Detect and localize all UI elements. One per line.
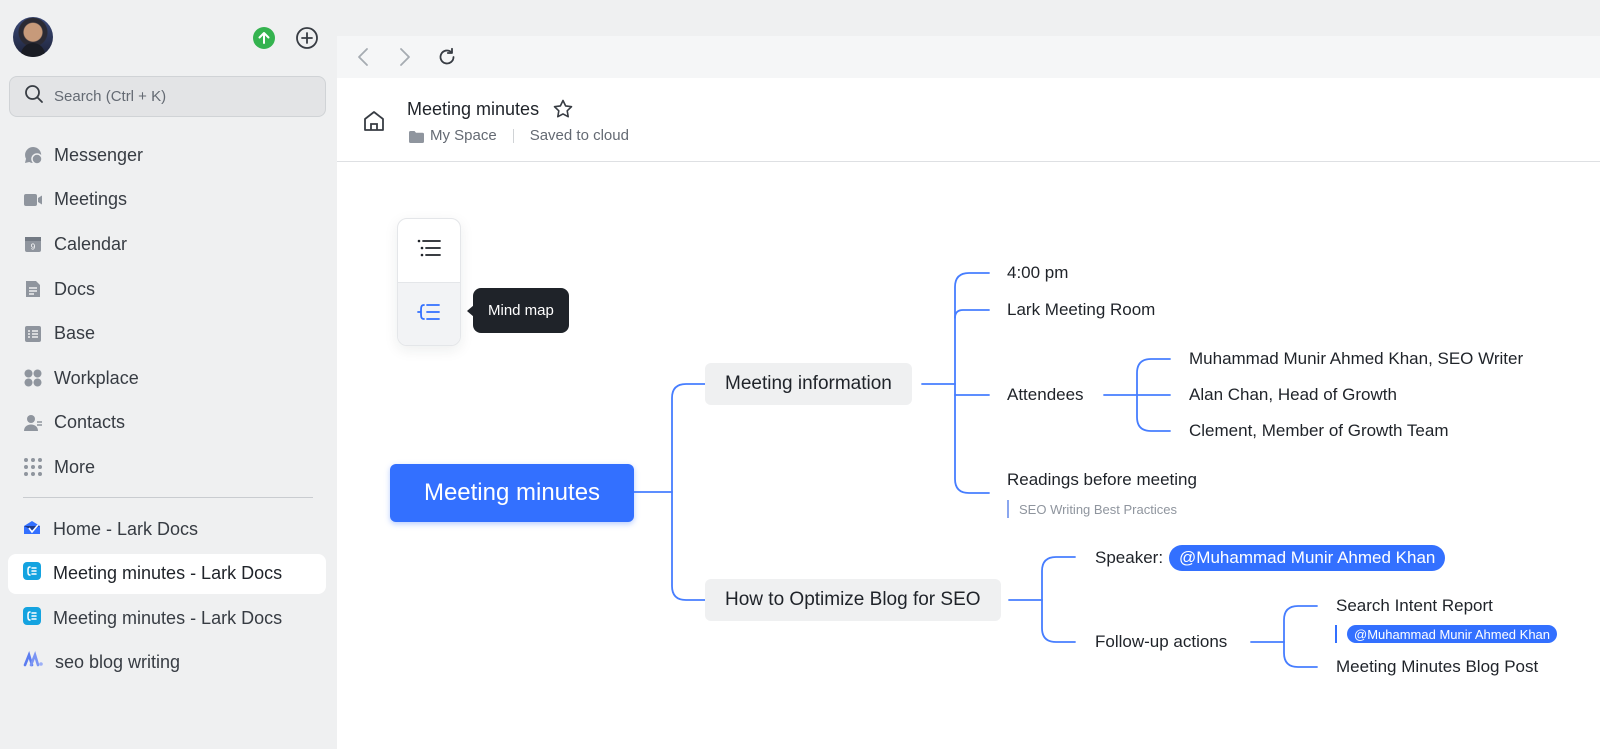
browser-toolbar [337, 36, 1600, 78]
forward-icon[interactable] [394, 46, 416, 68]
recent-item-meeting-minutes[interactable]: Meeting minutes - Lark Docs [8, 598, 326, 638]
mindmap-node-time[interactable]: 4:00 pm [1007, 263, 1068, 283]
connector-root-to-seo [671, 491, 708, 601]
mindmap-node-followup[interactable]: Follow-up actions [1095, 632, 1227, 652]
svg-text:9: 9 [31, 243, 36, 252]
lark-docs-home-icon [23, 518, 41, 541]
search-box[interactable] [9, 76, 326, 117]
followup-mention-wrapper: @Muhammad Munir Ahmed Khan [1335, 625, 1558, 643]
sidebar-item-workplace[interactable]: Workplace [0, 356, 337, 401]
mindnote-icon [23, 606, 41, 630]
base-icon [23, 324, 43, 344]
messenger-icon [23, 145, 43, 166]
back-icon[interactable] [352, 46, 374, 68]
sidebar-item-label: Workplace [54, 367, 139, 388]
document-area: Meeting minutes My Space Saved to cloud … [337, 78, 1600, 749]
sidebar-item-more[interactable]: More [0, 445, 337, 490]
followup-mention[interactable]: @Muhammad Munir Ahmed Khan [1347, 625, 1558, 643]
sidebar: Messenger Meetings 9 Calendar Docs Base [0, 0, 337, 749]
calendar-icon: 9 [23, 234, 43, 254]
recent-docs-list: Home - Lark Docs Meeting minutes - Lark … [8, 509, 326, 687]
search-input[interactable] [54, 88, 294, 105]
sidebar-item-label: Calendar [54, 233, 128, 254]
mindmap-node-attendee[interactable]: Muhammad Munir Ahmed Khan, SEO Writer [1189, 349, 1523, 369]
connector-attendee-1 [1136, 358, 1171, 396]
sidebar-item-calendar[interactable]: 9 Calendar [0, 222, 337, 267]
sidebar-item-meetings[interactable]: Meetings [0, 178, 337, 223]
connector-info-to-time [954, 272, 990, 385]
connector-info-to-room [954, 309, 990, 319]
mindmap-node-optimize-blog[interactable]: How to Optimize Blog for SEO [705, 579, 1001, 621]
connector-followup-2 [1283, 641, 1318, 668]
connector-seo-to-speaker [1041, 556, 1076, 601]
recent-item-label: Home - Lark Docs [53, 518, 199, 539]
recent-item-home-lark-docs[interactable]: Home - Lark Docs [8, 509, 326, 549]
workplace-icon [23, 368, 43, 388]
connector-seo-to-followup [1041, 599, 1076, 643]
mindmap-node-note: SEO Writing Best Practices [1007, 500, 1177, 518]
upload-arrow-icon[interactable] [253, 27, 275, 49]
sidebar-item-label: Meetings [54, 189, 128, 210]
connector-root-to-info [671, 383, 708, 493]
recent-item-meeting-minutes-active[interactable]: Meeting minutes - Lark Docs [8, 553, 326, 594]
mindmap-node-blog-post[interactable]: Meeting Minutes Blog Post [1336, 657, 1538, 677]
sidebar-item-docs[interactable]: Docs [0, 267, 337, 312]
recent-item-label: Meeting minutes - Lark Docs [53, 607, 283, 628]
sidebar-item-label: Base [54, 323, 96, 344]
sidebar-item-messenger[interactable]: Messenger [0, 133, 337, 178]
mindmap-node-speaker[interactable]: Speaker: @Muhammad Munir Ahmed Khan [1095, 545, 1446, 571]
sidebar-item-contacts[interactable]: Contacts [0, 401, 337, 446]
plus-circle-icon[interactable] [295, 26, 319, 50]
mindmap-node-attendee[interactable]: Clement, Member of Growth Team [1189, 421, 1449, 441]
search-icon [24, 84, 44, 109]
speaker-label: Speaker: [1095, 548, 1164, 567]
mindmap-connectors [633, 272, 1318, 668]
mindmap-node-readings[interactable]: Readings before meeting [1007, 470, 1197, 490]
mindnote-icon [23, 562, 41, 585]
video-camera-icon [23, 190, 43, 210]
refresh-icon[interactable] [436, 46, 458, 68]
sidebar-item-base[interactable]: Base [0, 311, 337, 356]
sidebar-nav: Messenger Meetings 9 Calendar Docs Base [0, 133, 337, 490]
contacts-icon [23, 413, 43, 433]
avatar[interactable] [13, 17, 53, 57]
speaker-mention[interactable]: @Muhammad Munir Ahmed Khan [1169, 545, 1446, 571]
docs-icon [23, 279, 43, 299]
sidebar-item-label: Messenger [54, 144, 144, 165]
connector-info-to-readings [954, 383, 990, 494]
connector-followup-1 [1283, 605, 1318, 643]
more-grid-icon [23, 457, 43, 477]
mindmap-node-search-intent[interactable]: Search Intent Report [1336, 596, 1493, 616]
sidebar-item-label: Docs [54, 278, 96, 299]
mindmap-node-attendee[interactable]: Alan Chan, Head of Growth [1189, 385, 1397, 405]
connector-attendee-3 [1136, 394, 1171, 432]
recent-item-seo-blog-writing[interactable]: seo blog writing [8, 643, 326, 683]
mindmap-node-room[interactable]: Lark Meeting Room [1007, 300, 1155, 320]
mindmap-root-node[interactable]: Meeting minutes [390, 464, 634, 522]
sidebar-divider [23, 497, 313, 498]
recent-item-label: seo blog writing [55, 652, 181, 673]
recent-item-label: Meeting minutes - Lark Docs [53, 563, 283, 584]
sidebar-item-label: More [54, 456, 96, 477]
lark-wiki-icon [23, 651, 43, 674]
sidebar-item-label: Contacts [54, 412, 126, 433]
mindmap-node-meeting-information[interactable]: Meeting information [705, 363, 912, 405]
mindmap-node-attendees[interactable]: Attendees [1007, 385, 1084, 405]
